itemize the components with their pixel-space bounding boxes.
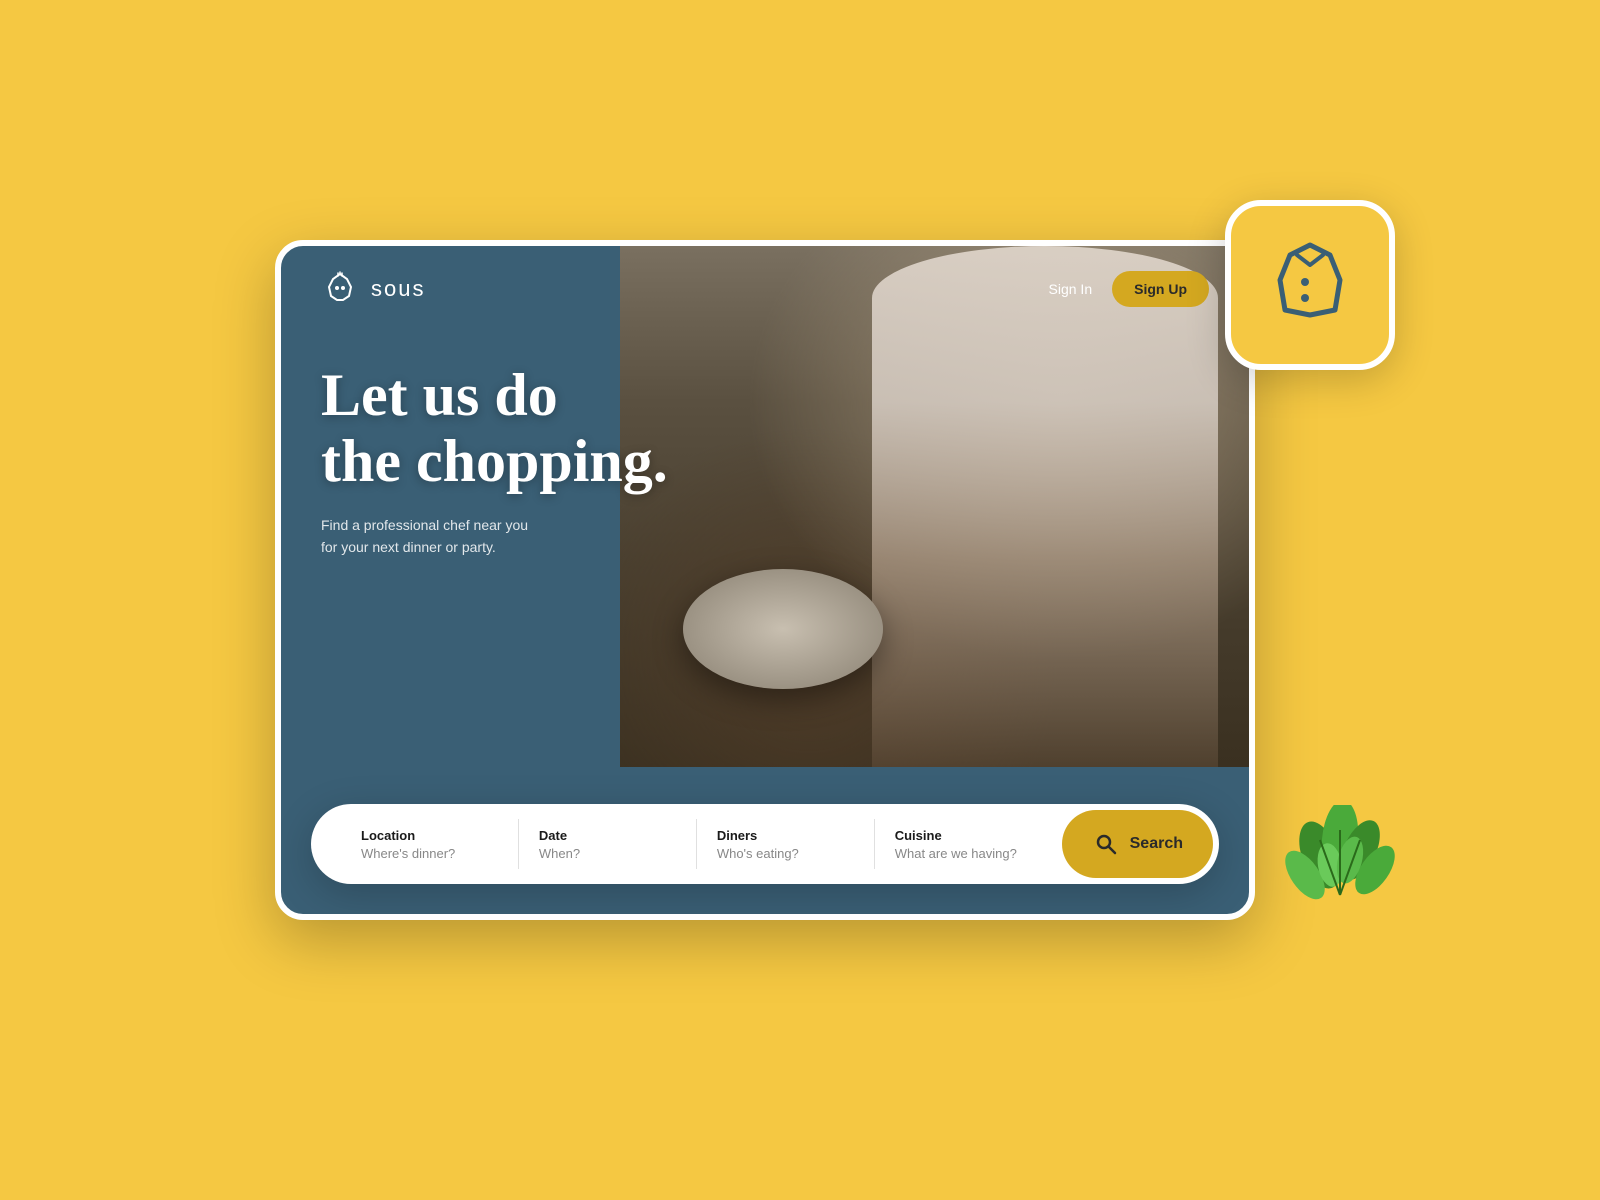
search-bar-wrapper: Location Where's dinner? Date When? Dine… [281,804,1249,914]
hero-content: Let us do the chopping. Find a professio… [281,332,765,589]
search-icon [1092,830,1120,858]
location-label: Location [361,828,498,843]
hero-title: Let us do the chopping. [321,362,725,494]
hero-subtitle: Find a professional chef near you for yo… [321,514,725,559]
date-label: Date [539,828,676,843]
sign-in-button[interactable]: Sign In [1049,281,1093,297]
logo-text: sous [371,276,425,302]
search-field-cuisine[interactable]: Cuisine What are we having? [875,819,1052,869]
cuisine-placeholder: What are we having? [895,846,1032,861]
logo-icon [321,270,359,308]
date-placeholder: When? [539,846,676,861]
herb-decoration [1275,805,1405,990]
search-bar: Location Where's dinner? Date When? Dine… [311,804,1219,884]
logo-area: sous [321,270,425,308]
search-field-location[interactable]: Location Where's dinner? [341,819,519,869]
navbar: sous Sign In Sign Up [281,246,1249,332]
location-placeholder: Where's dinner? [361,846,498,861]
search-button-label: Search [1130,835,1183,853]
chef-icon [1255,230,1365,340]
page-wrapper: sous Sign In Sign Up Let us do the chopp… [275,240,1325,960]
diners-placeholder: Who's eating? [717,846,854,861]
search-field-date[interactable]: Date When? [519,819,697,869]
cuisine-label: Cuisine [895,828,1032,843]
sign-up-button[interactable]: Sign Up [1112,271,1209,307]
nav-actions: Sign In Sign Up [1049,271,1209,307]
search-field-diners[interactable]: Diners Who's eating? [697,819,875,869]
app-icon-card [1225,200,1395,370]
diners-label: Diners [717,828,854,843]
search-button[interactable]: Search [1062,810,1213,878]
herb-icon [1275,805,1405,985]
main-card: sous Sign In Sign Up Let us do the chopp… [275,240,1255,920]
